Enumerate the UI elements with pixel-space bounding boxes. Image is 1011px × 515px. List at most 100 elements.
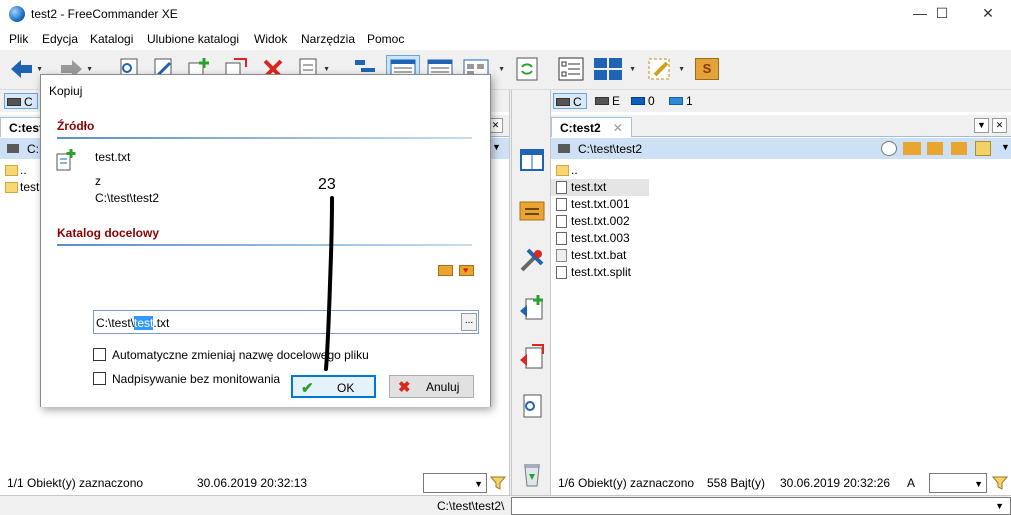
left-filter-combo[interactable]: ▼ xyxy=(423,473,487,493)
target-heading: Katalog docelowy xyxy=(57,226,160,240)
drive-icon xyxy=(7,98,21,106)
overwrite-label: Nadpisywanie bez monitowania xyxy=(112,372,281,386)
right-drive-0[interactable]: 0 xyxy=(629,93,655,109)
right-drive-1[interactable]: 1 xyxy=(667,93,693,109)
right-path-bar[interactable]: C:\test\test2 ▼ xyxy=(551,138,1011,159)
menu-pomoc[interactable]: Pomoc xyxy=(367,32,404,46)
parent-folder-icon[interactable] xyxy=(927,142,943,155)
right-tab-list-button[interactable]: ▼ xyxy=(974,118,989,133)
cancel-button[interactable]: ✖ Anuluj xyxy=(389,375,474,398)
copy-file-icon xyxy=(55,148,77,172)
folder-icon xyxy=(5,165,18,176)
filter-icon[interactable] xyxy=(991,475,1009,491)
dialog-title-bar: Kopiuj xyxy=(41,75,490,105)
menu-widok[interactable]: Widok xyxy=(254,32,287,46)
checkmark-icon: ✔ xyxy=(301,380,314,397)
sync-icon[interactable] xyxy=(514,55,540,83)
tab-close-icon[interactable]: ✕ xyxy=(613,121,623,135)
target-path-input[interactable]: C:\test\test.txt ... xyxy=(93,310,479,334)
tools-icon[interactable] xyxy=(518,246,546,274)
list-item-selected[interactable]: test.txt xyxy=(551,179,649,196)
close-button[interactable]: ✕ xyxy=(965,0,1011,28)
maximize-button[interactable]: ☐ xyxy=(919,0,965,28)
left-drive-c[interactable]: C xyxy=(4,93,38,109)
list-item[interactable]: .. xyxy=(551,162,1011,179)
browse-folder-icon[interactable] xyxy=(438,265,453,276)
file-name: test.txt.003 xyxy=(571,231,630,245)
filter-icon[interactable] xyxy=(489,475,507,491)
list-item[interactable]: test.txt.001 xyxy=(551,196,1011,213)
app-icon xyxy=(9,6,25,22)
right-filter-combo[interactable]: ▼ xyxy=(929,473,987,493)
left-path-dropdown-icon[interactable]: ▼ xyxy=(492,142,501,152)
right-drive-c[interactable]: C xyxy=(553,93,587,109)
menu-edycja[interactable]: Edycja xyxy=(42,32,78,46)
root-folder-icon[interactable] xyxy=(951,142,967,155)
history-icon[interactable] xyxy=(881,141,897,156)
drive-label: 0 xyxy=(648,94,655,108)
drive-icon xyxy=(595,97,609,105)
checklist-icon[interactable] xyxy=(556,55,586,83)
right-status-size: 558 Bajt(y) xyxy=(707,476,766,490)
command-line-input[interactable]: ▼ xyxy=(511,497,1011,515)
menu-ulubione-katalogi[interactable]: Ulubione katalogi xyxy=(147,32,239,46)
copy-dialog: Kopiuj Źródło test.txt z C:\test\test2 K… xyxy=(40,74,491,407)
favorites-icon[interactable] xyxy=(903,142,921,155)
move-to-panel-icon[interactable] xyxy=(518,342,546,370)
menu-bar: Plik Edycja Katalogi Ulubione katalogi W… xyxy=(0,28,1011,50)
left-drive-label: C xyxy=(24,95,33,109)
menu-katalogi[interactable]: Katalogi xyxy=(90,32,133,46)
source-divider xyxy=(57,137,472,139)
overwrite-checkbox[interactable] xyxy=(93,372,106,385)
back-arrow-icon[interactable]: ▼ xyxy=(8,55,43,83)
browse-button[interactable]: ... xyxy=(461,313,477,331)
compare-panels-icon[interactable] xyxy=(518,145,546,173)
right-drive-e[interactable]: E xyxy=(593,93,620,109)
annotation-number: 23 xyxy=(318,176,336,193)
menu-narzedzia[interactable]: Narzędzia xyxy=(301,32,355,46)
target-path-suffix: .txt xyxy=(153,316,170,330)
favorite-folder-icon[interactable]: ♥ xyxy=(459,265,474,276)
right-path: C:\test\test2 xyxy=(578,142,643,156)
target-divider xyxy=(57,244,472,246)
right-tab[interactable]: C:test2 ✕ xyxy=(551,117,632,137)
list-item[interactable]: test.txt.002 xyxy=(551,213,1011,230)
left-status-selected: 1/1 Obiekt(y) zaznaczono xyxy=(7,476,144,490)
sort-icon[interactable]: S xyxy=(693,55,721,83)
batch-file-icon xyxy=(556,249,567,262)
list-item[interactable]: test.txt.003 xyxy=(551,230,1011,247)
auto-rename-checkbox[interactable] xyxy=(93,348,106,361)
folder-icon[interactable] xyxy=(518,196,546,224)
file-name: test.txt.bat xyxy=(571,248,627,262)
list-item[interactable]: test.txt.split xyxy=(551,264,1011,281)
target-path-selection: test xyxy=(134,316,154,330)
target-path-prefix: C:\test\ xyxy=(96,316,135,330)
window-title: test2 - FreeCommander XE xyxy=(31,7,178,21)
monitor-icon xyxy=(631,97,645,105)
menu-plik[interactable]: Plik xyxy=(9,32,28,46)
ok-button-label: OK xyxy=(337,381,355,395)
settings-icon[interactable]: ▼ xyxy=(645,55,685,83)
folder-tree-icon[interactable] xyxy=(975,141,991,156)
chevron-down-icon: ▼ xyxy=(995,501,1004,511)
right-status-selected: 1/6 Obiekt(y) zaznaczono xyxy=(558,476,695,490)
drive-label: C xyxy=(573,95,582,109)
file-icon xyxy=(556,198,567,211)
copy-to-panel-icon[interactable] xyxy=(518,293,546,321)
file-icon xyxy=(556,181,567,194)
view-panel-icon[interactable] xyxy=(518,392,546,420)
file-name: test.txt.001 xyxy=(571,197,630,211)
list-item[interactable]: test.txt.bat xyxy=(551,247,1011,264)
recycle-bin-icon[interactable] xyxy=(518,460,546,488)
layout-icon[interactable]: ▼ xyxy=(592,55,636,83)
left-status-datetime: 30.06.2019 20:32:13 xyxy=(197,476,308,490)
file-name: test.txt.split xyxy=(571,265,632,279)
source-file-name: test.txt xyxy=(95,150,131,164)
from-label: z xyxy=(95,174,101,188)
folder-icon xyxy=(556,165,569,176)
right-status-attr: A xyxy=(907,476,916,490)
right-path-dropdown-icon[interactable]: ▼ xyxy=(1001,142,1010,152)
file-name: test xyxy=(20,180,40,194)
right-tab-close-button[interactable]: ✕ xyxy=(992,118,1007,133)
ok-button[interactable]: ✔ OK xyxy=(291,375,376,398)
